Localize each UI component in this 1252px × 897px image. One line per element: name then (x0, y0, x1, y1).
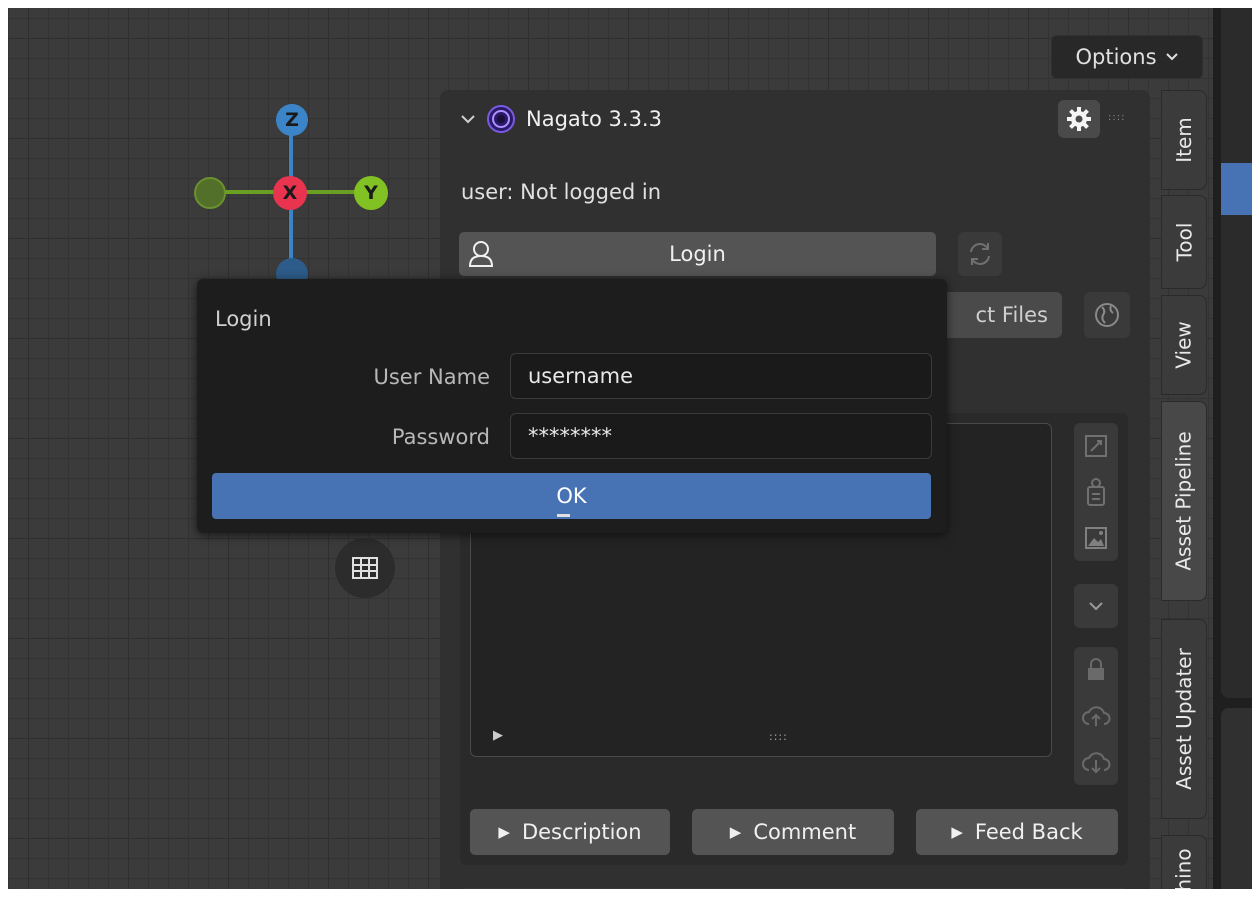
play-icon[interactable]: ▶ (493, 728, 503, 743)
expand-button[interactable] (1074, 584, 1118, 628)
username-field[interactable] (510, 353, 932, 399)
right-editor-area (1213, 8, 1252, 889)
tab-asset-updater[interactable]: Asset Updater (1161, 619, 1207, 819)
chevron-down-icon (1089, 602, 1103, 611)
gizmo-y-axis[interactable]: Y (354, 176, 388, 210)
refresh-icon (970, 243, 990, 265)
selected-row-highlight[interactable] (1221, 163, 1252, 215)
image-icon (1085, 527, 1107, 549)
feedback-button[interactable]: ▶ Feed Back (916, 809, 1118, 855)
clipboard-icon (1087, 478, 1105, 506)
globe-button[interactable] (1084, 292, 1130, 338)
login-dialog: Login User Name Password OK (197, 279, 947, 533)
chevron-down-icon (461, 115, 475, 124)
lock-icon (1088, 658, 1104, 680)
text-area-resize-handle[interactable]: :::: (769, 730, 788, 743)
feedback-button-label: Feed Back (974, 820, 1083, 844)
select-files-label: ct Files (975, 303, 1048, 327)
login-button[interactable]: Login (459, 232, 936, 276)
panel-drag-handle[interactable]: :::: (1108, 112, 1125, 123)
grid-toggle-button[interactable] (335, 538, 395, 598)
cloud-download-icon (1082, 752, 1111, 774)
tab-view[interactable]: View (1161, 295, 1207, 395)
gizmo-z-axis[interactable]: Z (276, 104, 308, 136)
outliner-area[interactable] (1221, 8, 1252, 698)
comment-button-label: Comment (753, 820, 857, 844)
panel-header[interactable]: Nagato 3.3.3 (460, 104, 662, 134)
cloud-upload-icon (1082, 706, 1111, 726)
properties-area[interactable] (1221, 708, 1252, 889)
download-button[interactable] (1074, 739, 1118, 785)
refresh-button[interactable] (958, 232, 1002, 276)
dialog-title: Login (215, 307, 272, 331)
lock-button[interactable] (1074, 647, 1118, 693)
play-icon: ▶ (729, 823, 742, 841)
ok-focus-underline (557, 514, 570, 517)
panel-title: Nagato 3.3.3 (526, 107, 662, 131)
password-label: Password (391, 425, 490, 449)
next-panel-header[interactable] (460, 888, 1128, 889)
nagato-logo-icon (487, 105, 515, 133)
tab-rhino[interactable]: hino (1161, 835, 1207, 889)
description-button-label: Description (521, 820, 642, 844)
options-label: Options (1075, 45, 1157, 69)
gizmo-neg-y-axis[interactable] (194, 177, 226, 209)
grid-icon (352, 557, 378, 579)
image-button[interactable] (1074, 515, 1118, 561)
rocket-icon (1085, 435, 1107, 457)
settings-button[interactable] (1058, 100, 1100, 138)
tab-tool[interactable]: Tool (1161, 195, 1207, 289)
globe-icon (1095, 303, 1119, 327)
user-status: user: Not logged in (461, 180, 662, 204)
clipboard-button[interactable] (1074, 469, 1118, 515)
description-button[interactable]: ▶ Description (470, 809, 670, 855)
options-dropdown[interactable]: Options (1051, 35, 1203, 79)
ok-button[interactable]: OK (212, 473, 931, 519)
login-button-label: Login (669, 242, 726, 266)
upload-button[interactable] (1074, 693, 1118, 739)
gizmo-x-axis[interactable]: X (273, 176, 307, 210)
tab-asset-pipeline[interactable]: Asset Pipeline (1161, 401, 1207, 601)
play-icon: ▶ (498, 823, 510, 841)
tab-item[interactable]: Item (1161, 90, 1207, 190)
rocket-button[interactable] (1074, 423, 1118, 469)
user-icon (468, 241, 494, 267)
username-label: User Name (373, 365, 491, 389)
password-field[interactable] (510, 413, 932, 459)
comment-button[interactable]: ▶ Comment (692, 809, 894, 855)
chevron-down-icon (1165, 53, 1178, 61)
play-icon: ▶ (951, 823, 963, 841)
gear-icon (1067, 107, 1091, 131)
